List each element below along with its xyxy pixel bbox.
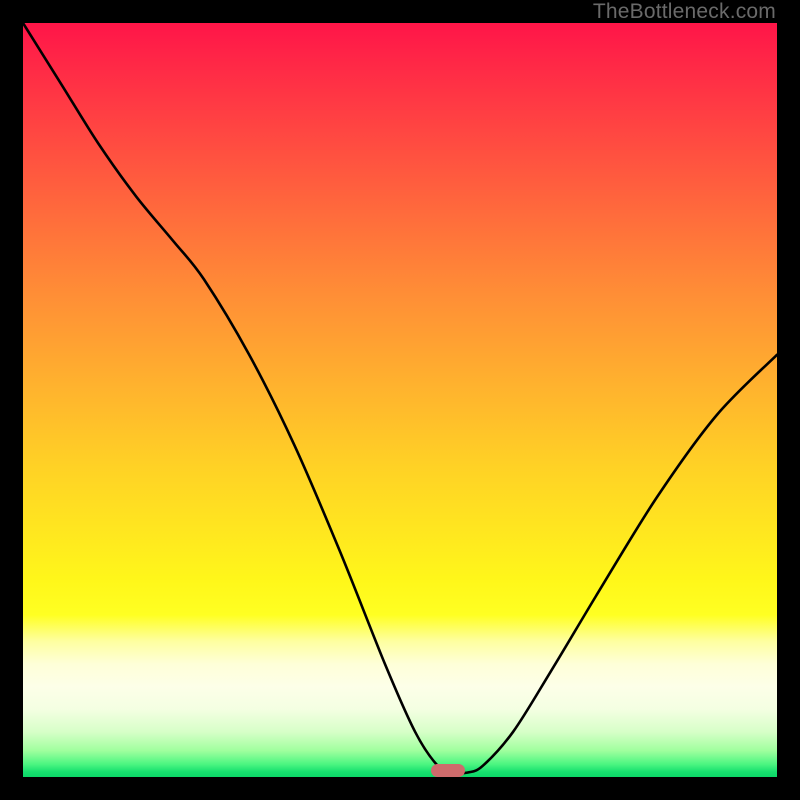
optimal-marker <box>431 764 465 777</box>
chart-frame <box>23 23 777 777</box>
bottleneck-curve <box>23 23 777 777</box>
watermark-text: TheBottleneck.com <box>593 0 776 24</box>
